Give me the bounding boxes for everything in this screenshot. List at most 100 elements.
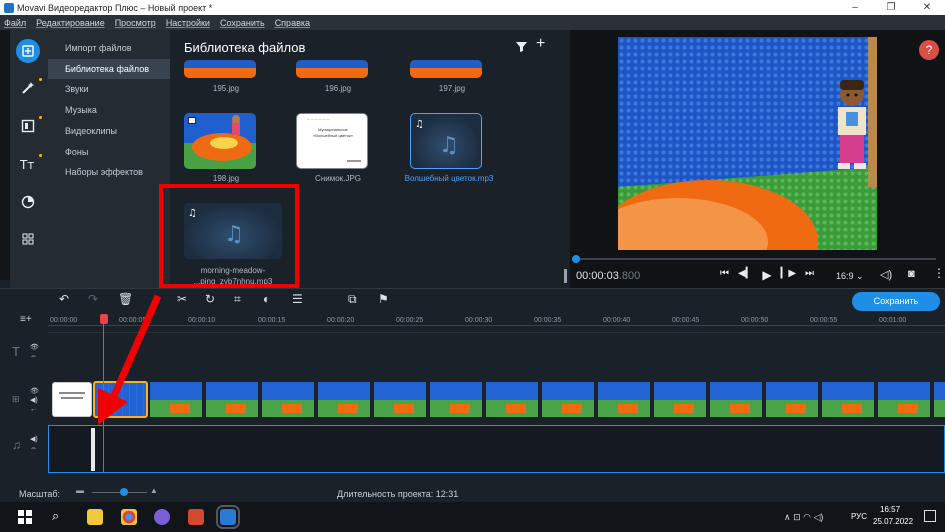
- ruler-label: 00:00:10: [188, 317, 216, 324]
- more-tools-icon[interactable]: [16, 227, 40, 251]
- movavi-taskbar-icon[interactable]: [216, 505, 240, 529]
- svg-text:♫: ♫: [415, 119, 424, 130]
- thumbnail-197[interactable]: [410, 60, 482, 78]
- crop-icon[interactable]: ⌗: [234, 292, 241, 307]
- marker-icon[interactable]: ⚑: [378, 292, 389, 306]
- system-tray-icons[interactable]: ∧ ⊡ ◠ ◁): [784, 512, 823, 523]
- audio-thumbnail-volshebny[interactable]: ♫ ♫: [410, 113, 482, 169]
- panel-splitter[interactable]: [564, 269, 567, 283]
- thumbnail-196[interactable]: [296, 60, 368, 78]
- nav-file-library[interactable]: Библиотека файлов: [48, 59, 170, 79]
- powerpoint-icon[interactable]: [188, 509, 204, 525]
- filter-icon[interactable]: [516, 39, 527, 55]
- search-icon[interactable]: ⌕: [52, 508, 59, 524]
- thumbnail-caption: 195.jpg: [212, 84, 240, 93]
- menu-view[interactable]: Просмотр: [115, 18, 156, 28]
- category-list: Импорт файлов Библиотека файлов Звуки Му…: [48, 30, 170, 288]
- title-bar: Movavi Видеоредактор Плюс – Новый проект…: [0, 0, 945, 15]
- clock-date[interactable]: 25.07.2022: [873, 517, 913, 526]
- volume-icon[interactable]: ◁): [880, 268, 892, 281]
- audio-track-lane[interactable]: [48, 425, 945, 473]
- magic-wand-icon[interactable]: [16, 76, 42, 100]
- thumbnail-198[interactable]: [184, 113, 256, 169]
- doc-subtitle: «Волшебный цветок»: [313, 133, 353, 138]
- color-adjust-icon[interactable]: ◐: [263, 292, 270, 306]
- thumbnail-195[interactable]: [184, 60, 256, 78]
- windows-taskbar: ⌕ ∧ ⊡ ◠ ◁) РУС 16:57 25.07.2022: [0, 502, 945, 532]
- text-track-icon: T: [12, 344, 20, 359]
- menu-edit[interactable]: Редактирование: [36, 18, 105, 28]
- seekbar-handle[interactable]: [572, 255, 580, 263]
- nav-backgrounds[interactable]: Фоны: [48, 142, 170, 162]
- maximize-button[interactable]: ❐: [873, 0, 909, 15]
- language-indicator[interactable]: РУС: [851, 512, 867, 521]
- prev-frame-icon[interactable]: ◀▎: [738, 268, 753, 282]
- clip-screenshot[interactable]: [52, 382, 92, 417]
- audio-track-controls[interactable]: ◀) ⇔: [30, 435, 38, 453]
- ruler-label: 00:00:00: [50, 317, 78, 324]
- ruler-label: 00:00:30: [465, 317, 493, 324]
- thumbnail-caption: 196.jpg: [324, 84, 352, 93]
- preview-seekbar[interactable]: [574, 258, 936, 260]
- undo-icon[interactable]: ↶: [59, 292, 69, 306]
- help-button[interactable]: ?: [919, 40, 939, 60]
- zoom-slider-handle[interactable]: [120, 488, 128, 496]
- thumbnail-caption: 197.jpg: [438, 84, 466, 93]
- thumbnail-screenshot[interactable]: — — — — — — Муниципальное «Волшебный цве…: [296, 113, 368, 169]
- import-icon[interactable]: [16, 39, 40, 63]
- menu-bar: Файл Редактирование Просмотр Настройки С…: [0, 15, 945, 30]
- chrome-icon[interactable]: [121, 509, 137, 525]
- clip-properties-icon[interactable]: ☰: [292, 292, 303, 306]
- ruler-label: 00:00:45: [672, 317, 700, 324]
- filters-icon[interactable]: [16, 190, 40, 214]
- aspect-ratio-select[interactable]: 16:9 ⌄: [836, 271, 864, 282]
- cut-icon[interactable]: ✂: [177, 292, 187, 306]
- ruler-label: 00:00:50: [741, 317, 769, 324]
- ruler-label: 00:00:20: [327, 317, 355, 324]
- menu-settings[interactable]: Настройки: [166, 18, 210, 28]
- file-explorer-icon[interactable]: [87, 509, 103, 525]
- menu-help[interactable]: Справка: [275, 18, 310, 28]
- skip-start-icon[interactable]: ⏮: [720, 268, 729, 282]
- svg-text:Tт: Tт: [20, 158, 34, 171]
- ruler-label: 00:00:35: [534, 317, 562, 324]
- track-visibility-icon[interactable]: 👁 ⇔: [30, 343, 39, 361]
- viber-icon[interactable]: [154, 509, 170, 525]
- notifications-icon[interactable]: [924, 510, 936, 522]
- clock-time[interactable]: 16:57: [880, 505, 900, 514]
- ruler-label: 00:00:15: [258, 317, 286, 324]
- nav-sounds[interactable]: Звуки: [48, 79, 170, 99]
- overlay-icon[interactable]: ⧉: [348, 292, 357, 307]
- windows-start-icon[interactable]: [18, 510, 32, 529]
- video-clips-strip: [150, 382, 945, 417]
- thumbnail-caption: Снимок.JPG: [315, 174, 361, 183]
- zoom-in-icon[interactable]: ▲: [150, 486, 158, 495]
- menu-save[interactable]: Сохранить: [220, 18, 265, 28]
- play-icon[interactable]: ▶: [762, 268, 771, 282]
- app-icon: [4, 2, 14, 13]
- close-button[interactable]: ✕: [909, 0, 945, 15]
- titles-icon[interactable]: Tт: [16, 152, 42, 176]
- library-title: Библиотека файлов: [184, 40, 306, 55]
- nav-music[interactable]: Музыка: [48, 100, 170, 120]
- skip-end-icon[interactable]: ⏭: [805, 268, 814, 282]
- next-frame-icon[interactable]: ▎▶: [781, 268, 796, 282]
- zoom-out-icon[interactable]: ▬: [76, 486, 84, 495]
- more-options-icon[interactable]: ⋮: [933, 266, 945, 280]
- nav-video-clips[interactable]: Видеоклипы: [48, 121, 170, 141]
- export-button[interactable]: Сохранить: [852, 292, 940, 311]
- transitions-icon[interactable]: [16, 114, 42, 138]
- add-icon[interactable]: +: [536, 35, 545, 53]
- nav-effect-packs[interactable]: Наборы эффектов: [48, 162, 170, 182]
- menu-file[interactable]: Файл: [4, 18, 26, 28]
- minimize-button[interactable]: –: [837, 0, 873, 15]
- rotate-icon[interactable]: ↻: [205, 292, 215, 306]
- video-track-controls[interactable]: 👁 ◀) ←: [30, 387, 39, 414]
- preview-frame: [588, 37, 877, 304]
- thumbnail-caption: 198.jpg: [212, 174, 240, 183]
- scale-label: Масштаб:: [19, 489, 61, 499]
- ruler-label: 00:00:55: [810, 317, 838, 324]
- nav-import-files[interactable]: Импорт файлов: [48, 38, 170, 58]
- snapshot-icon[interactable]: ◙: [908, 268, 915, 280]
- add-track-icon[interactable]: ≡+: [20, 314, 32, 325]
